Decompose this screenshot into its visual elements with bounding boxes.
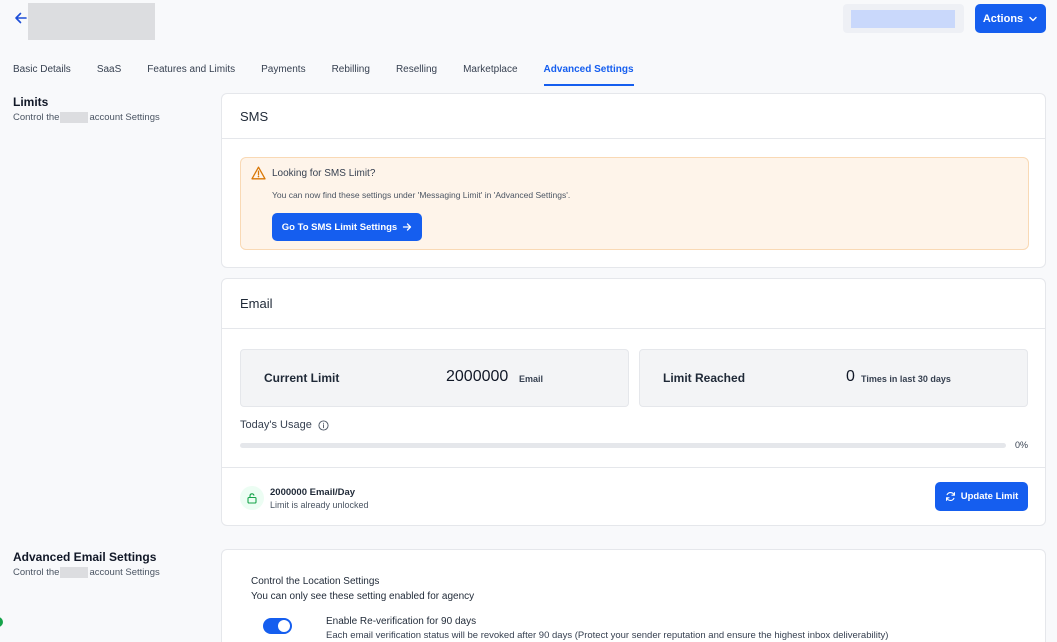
current-limit-value: 2000000 [446,368,509,385]
todays-usage-label: Today's Usage [240,419,329,431]
usage-progress-bar [240,443,1006,448]
alert-body: You can now find these settings under 'M… [272,190,571,200]
arrow-right-icon [403,223,412,231]
usage-percent: 0% [1015,440,1029,450]
limits-section-title: Limits [13,95,49,109]
sms-limit-alert: Looking for SMS Limit? You can now find … [240,157,1029,250]
warning-icon [251,166,266,180]
sms-card-title: SMS [222,94,1045,139]
advanced-subtitle-prefix: Control the [13,567,60,578]
tab-marketplace[interactable]: Marketplace [463,62,517,86]
reverification-option-description: Each email verification status will be r… [326,630,889,641]
tab-basic-details[interactable]: Basic Details [13,62,71,86]
reverification-toggle[interactable] [263,618,292,634]
tab-advanced-settings[interactable]: Advanced Settings [543,62,634,86]
location-settings-note: You can only see these setting enabled f… [251,591,475,602]
toggle-knob [278,620,290,632]
advanced-email-section-title: Advanced Email Settings [13,550,157,564]
sms-card: SMS Looking for SMS Limit? You can now f… [221,93,1046,268]
current-limit-label: Current Limit [264,371,340,385]
usage-label-text: Today's Usage [240,419,312,431]
email-card: Email Current Limit 2000000 Email Limit … [221,278,1046,526]
limit-reached-value: 0 [846,368,855,385]
limit-reached-unit: Times in last 30 days [861,374,951,384]
tab-saas[interactable]: SaaS [97,62,121,86]
info-icon[interactable] [318,419,329,431]
update-limit-label: Update Limit [960,491,1019,502]
header-field-redacted[interactable] [843,4,964,33]
actions-button-label: Actions [982,12,1024,25]
account-name-redacted [60,567,89,578]
chevron-down-icon [1029,16,1037,21]
limit-reached-stat: Limit Reached 0 Times in last 30 days [639,349,1028,407]
limit-reached-label: Limit Reached [663,371,746,385]
limits-section-subtitle: Control the account Settings [13,112,160,123]
email-card-title: Email [222,279,1045,329]
location-settings-heading: Control the Location Settings [251,576,380,587]
actions-button[interactable]: Actions [975,4,1046,33]
account-name-redacted [60,112,89,123]
refresh-icon [945,492,955,501]
tab-features-and-limits[interactable]: Features and Limits [147,62,235,86]
reverification-option-title: Enable Re-verification for 90 days [326,616,477,627]
advanced-subtitle-suffix: account Settings [89,567,160,578]
daily-limit-text: 2000000 Email/Day [270,487,356,498]
current-limit-unit: Email [519,374,544,384]
account-name-redacted [28,3,155,40]
alert-title: Looking for SMS Limit? [272,168,376,179]
tab-reselling[interactable]: Reselling [396,62,437,86]
unlock-icon [240,486,264,510]
update-limit-button[interactable]: Update Limit [935,482,1028,511]
advanced-email-section-subtitle: Control the account Settings [13,567,160,578]
sms-button-label: Go To SMS Limit Settings [281,221,398,233]
advanced-email-card: Control the Location Settings You can on… [221,549,1046,642]
tab-bar: Basic Details SaaS Features and Limits P… [13,62,660,86]
limits-subtitle-prefix: Control the [13,112,60,123]
go-to-sms-limit-settings-button[interactable]: Go To SMS Limit Settings [272,213,422,241]
tab-rebilling[interactable]: Rebilling [332,62,370,86]
current-limit-stat: Current Limit 2000000 Email [240,349,629,407]
email-card-footer: 2000000 Email/Day Limit is already unloc… [222,467,1045,525]
limit-status-text: Limit is already unlocked [270,500,369,510]
limits-subtitle-suffix: account Settings [89,112,160,123]
tab-payments[interactable]: Payments [261,62,305,86]
status-indicator [0,617,3,627]
top-bar: Actions [0,0,1057,50]
